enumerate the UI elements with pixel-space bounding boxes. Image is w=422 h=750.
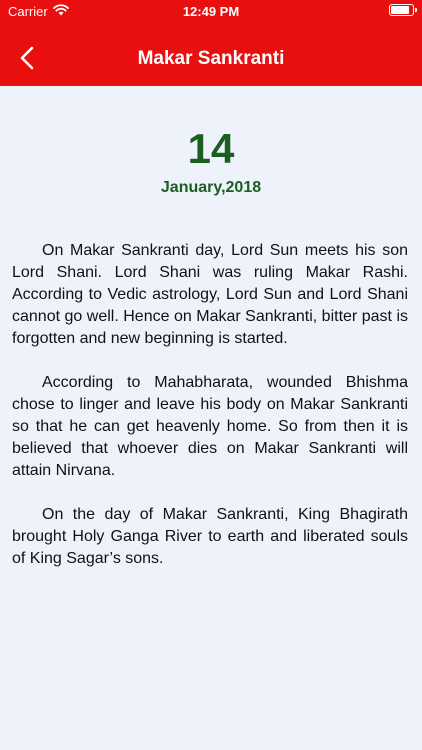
paragraph: On Makar Sankranti day, Lord Sun meets h… [12, 242, 408, 347]
status-bar: Carrier 12:49 PM [0, 0, 422, 24]
paragraph: According to Mahabharata, wounded Bhishm… [12, 374, 408, 479]
article-body: On Makar Sankranti day, Lord Sun meets h… [12, 240, 408, 592]
page-title: Makar Sankranti [137, 48, 285, 69]
battery-icon [389, 4, 417, 16]
paragraph: On the day of Makar Sankranti, King Bhag… [12, 506, 408, 567]
navigation-bar: Makar Sankranti [0, 34, 422, 86]
date-day: 14 [187, 125, 235, 172]
content-area: 14 January,2018 On Makar Sankranti day, … [0, 86, 422, 750]
date-month-year: January,2018 [160, 179, 262, 196]
status-time: 12:49 PM [182, 4, 240, 19]
header-bar: Carrier 12:49 PM Makar Sankranti [0, 0, 422, 86]
battery-fill [391, 6, 409, 14]
